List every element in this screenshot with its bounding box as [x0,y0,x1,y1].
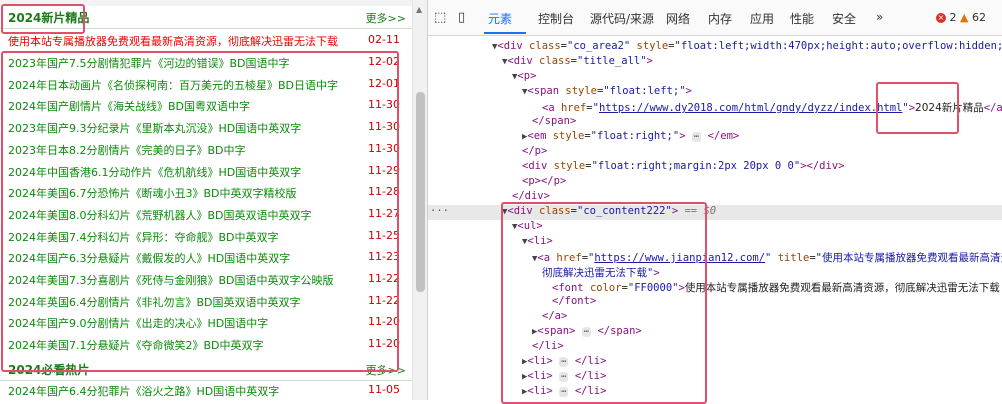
ellipsis-icon[interactable]: ⋯ [691,132,702,142]
error-count: 2 [949,11,957,24]
scroll-up-icon[interactable]: ▲ [416,5,422,14]
tab-application[interactable]: 应用 [750,10,774,27]
tab-sources[interactable]: 源代码/来源 [590,10,654,27]
devtools-panel: ⬚ ▯ 元素 控制台 源代码/来源 网络 内存 应用 性能 安全 » × 2 ▲… [427,0,1002,404]
web-page-panel: 2024新片精品 更多>> 使用本站专属播放器免费观看最新高清资源，彻底解决迅雷… [0,0,427,400]
row-date: 11-05 [368,383,400,396]
dom-node[interactable]: ▼<span style="float:left;"> [522,85,692,100]
error-icon: × [936,13,946,23]
dom-node[interactable]: </span> [532,115,576,130]
row-date: 02-11 [368,33,400,46]
more-link[interactable]: 更多>> [366,10,406,26]
tab-console[interactable]: 控制台 [538,10,574,27]
inspect-element-icon[interactable]: ⬚ [434,10,446,25]
tab-security[interactable]: 安全 [832,10,856,27]
ad-link[interactable]: 使用本站专属播放器免费观看最新高清资源，彻底解决迅雷无法下载 [8,33,338,49]
issue-counters[interactable]: × 2 ▲ 62 [936,11,986,24]
dom-node[interactable]: ▼<p> [512,70,536,85]
href-link[interactable]: https://www.dy2018.com/html/gndy/dyzz/in… [599,102,902,114]
list-item[interactable]: 2024年国产6.4分犯罪片《浴火之路》HD国语中英双字 11-05 [0,380,412,400]
gutter-dots[interactable]: ··· [430,205,449,217]
dom-node[interactable]: <div style="float:right;margin:2px 20px … [522,160,844,175]
tab-performance[interactable]: 性能 [790,10,814,27]
font-text: 使用本站专属播放器免费观看最新高清资源，彻底解决迅雷无法下载 [684,282,1000,294]
dom-node[interactable]: <p></p> [522,175,566,190]
tab-elements[interactable]: 元素 [488,10,512,27]
highlight-box-title [1,4,85,34]
warning-icon: ▲ [960,11,969,24]
dom-node[interactable]: ▼<div class="co_area2" style="float:left… [492,40,1002,55]
device-toolbar-icon[interactable]: ▯ [458,10,465,25]
movie-link[interactable]: 2024年国产6.4分犯罪片《浴火之路》HD国语中英双字 [8,383,279,399]
dom-node[interactable]: ▼<div class="title_all"> [502,55,653,70]
scrollbar-thumb[interactable] [416,92,425,292]
warning-count: 62 [971,11,986,24]
active-tab-indicator [484,32,526,34]
tab-memory[interactable]: 内存 [708,10,732,27]
dom-node[interactable]: </p> [522,145,547,160]
highlight-box-content-node [501,202,707,404]
tab-network[interactable]: 网络 [666,10,690,27]
page-scrollbar[interactable]: ▲ [412,0,427,400]
dom-node[interactable]: ▶<em style="float:right;"> ⋯ </em> [522,130,739,145]
devtools-toolbar: ⬚ ▯ 元素 控制台 源代码/来源 网络 内存 应用 性能 安全 » × 2 ▲… [428,0,1002,36]
highlight-box-anchor-text [876,82,959,134]
more-tabs-icon[interactable]: » [876,10,883,24]
highlight-box-list [1,51,399,372]
